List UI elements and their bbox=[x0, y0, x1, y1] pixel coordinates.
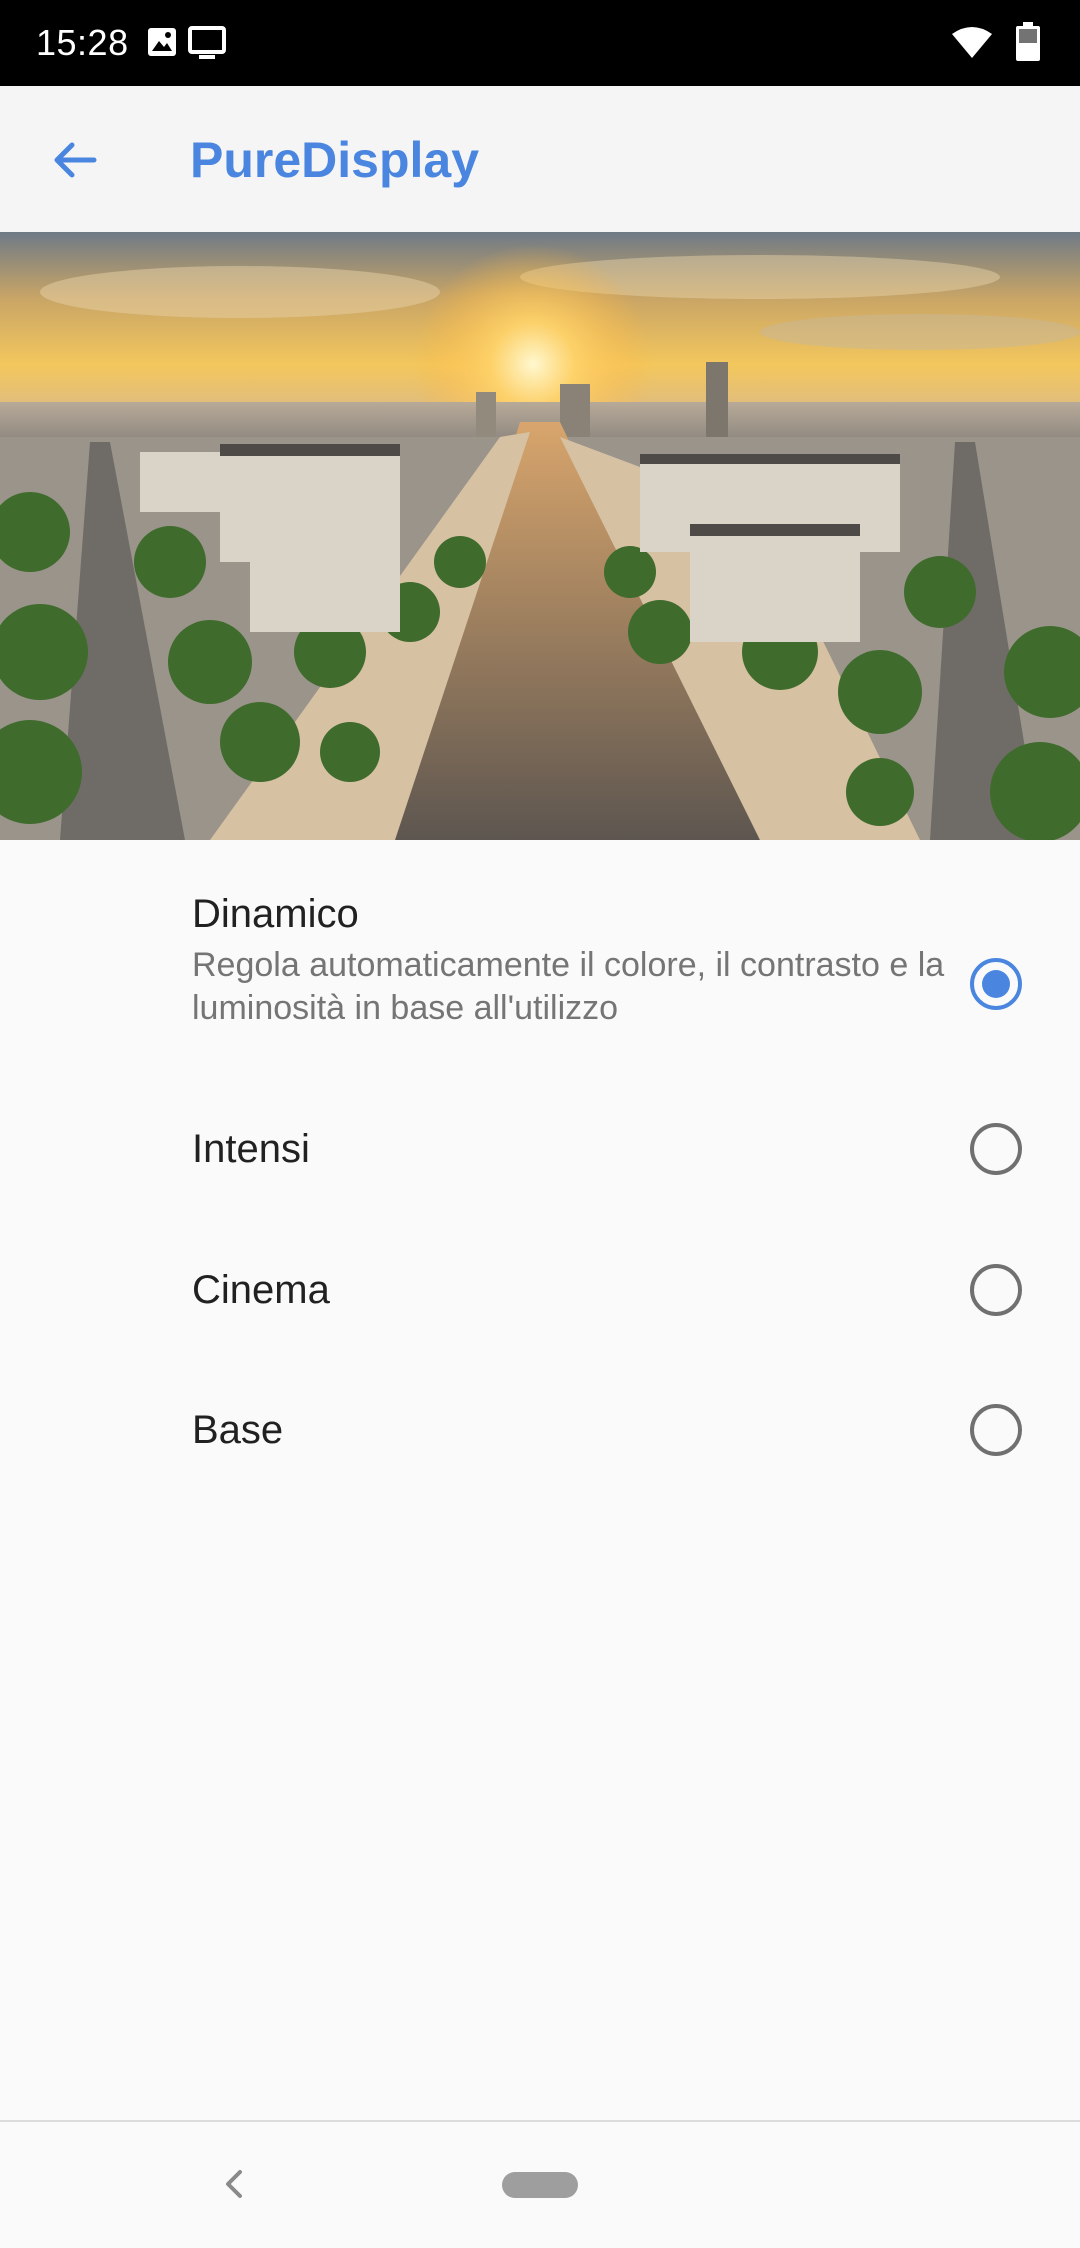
option-summary: Regola automaticamente il colore, il con… bbox=[192, 946, 945, 1027]
app-bar: PureDisplay bbox=[0, 86, 1080, 232]
chevron-left-icon[interactable] bbox=[222, 2166, 246, 2202]
home-pill-icon[interactable] bbox=[502, 2172, 578, 2198]
wifi-icon bbox=[952, 27, 992, 58]
option-cinema[interactable]: Cinema bbox=[0, 1240, 1080, 1340]
option-intensi[interactable]: Intensi bbox=[0, 1100, 1080, 1200]
radio-button-icon[interactable] bbox=[970, 1264, 1022, 1316]
paris-avenue-sunset-photo bbox=[0, 232, 1080, 840]
radio-button-selected-icon[interactable] bbox=[970, 958, 1022, 1010]
radio-button-icon[interactable] bbox=[970, 1404, 1022, 1456]
option-base[interactable]: Base bbox=[0, 1380, 1080, 1480]
status-time: 15:28 bbox=[36, 22, 129, 63]
photo-notification-icon bbox=[148, 28, 176, 56]
option-title: Intensi bbox=[192, 1127, 310, 1171]
page-title: PureDisplay bbox=[190, 132, 480, 188]
status-bar: 15:28 bbox=[0, 0, 1080, 86]
option-title: Cinema bbox=[192, 1268, 330, 1312]
option-title: Dinamico bbox=[192, 892, 359, 936]
option-title: Base bbox=[192, 1408, 284, 1452]
cast-screen-icon bbox=[188, 26, 226, 59]
battery-icon bbox=[1016, 22, 1040, 61]
arrow-left-icon[interactable] bbox=[48, 134, 100, 186]
navigation-bar bbox=[0, 2120, 1080, 2248]
option-dinamico[interactable]: Dinamico Regola automaticamente il color… bbox=[0, 880, 1080, 1060]
radio-button-icon[interactable] bbox=[970, 1123, 1022, 1175]
